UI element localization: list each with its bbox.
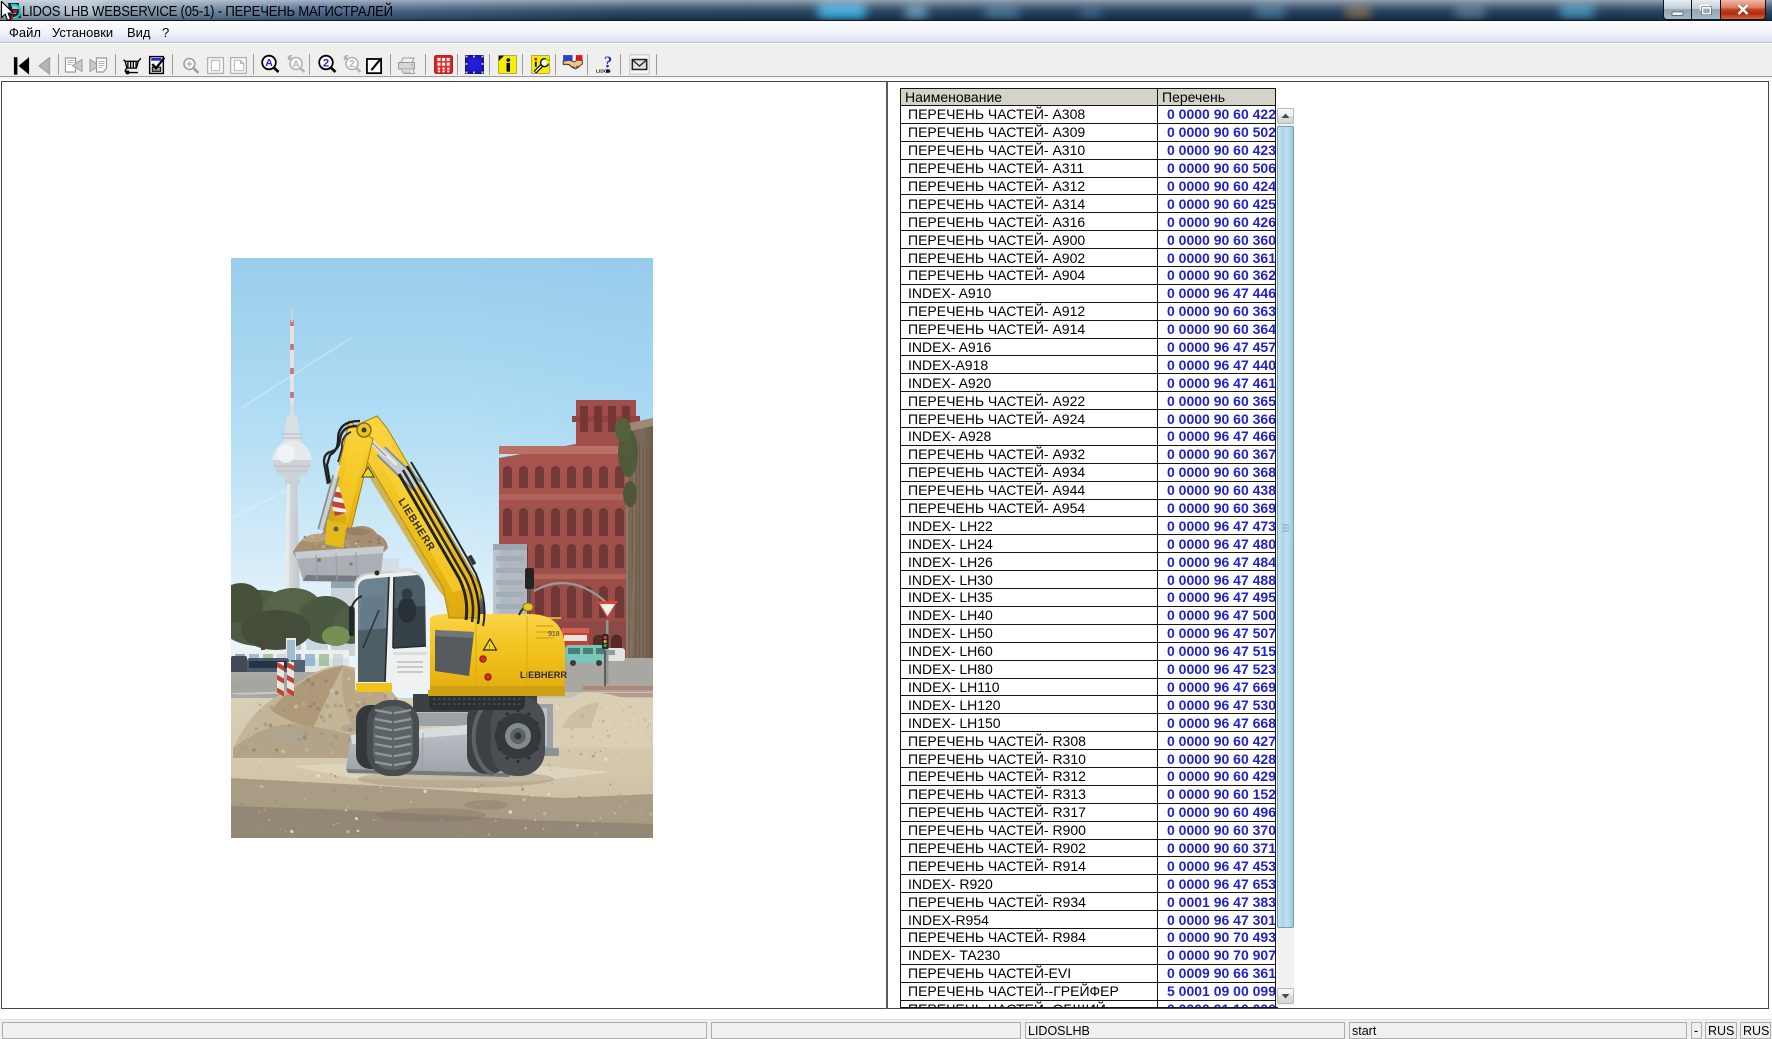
svg-text:2: 2 [349,59,355,70]
svg-text:LIDOS: LIDOS [596,68,611,74]
svg-text:A: A [265,57,273,69]
svg-text:2: 2 [323,57,329,69]
svg-text:A: A [293,59,300,70]
